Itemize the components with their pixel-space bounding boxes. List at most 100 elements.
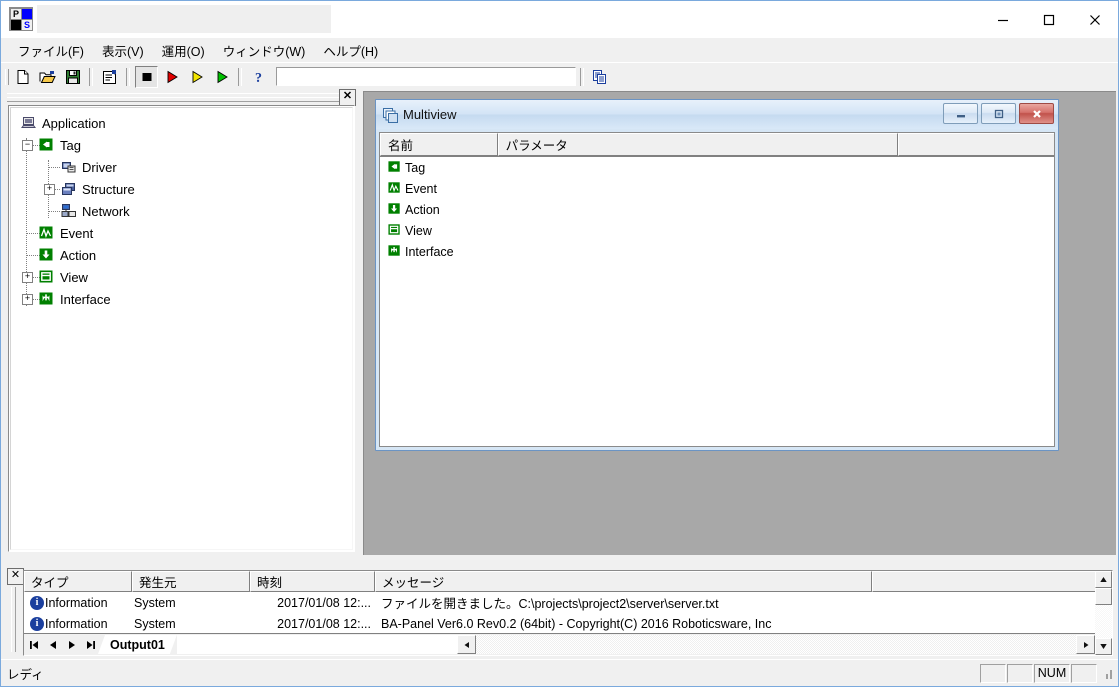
question-help-button[interactable]: ?: [247, 66, 270, 88]
multiview-window[interactable]: Multiview: [375, 99, 1059, 451]
output-dock-panel: ✕ タイプ 発生元 時刻 メッセージ i Information System …: [4, 567, 1116, 660]
tree-dock-grip[interactable]: [4, 91, 344, 103]
column-header-source[interactable]: 発生元: [132, 571, 250, 592]
tab-strip-filler: [177, 635, 457, 654]
open-folder-button[interactable]: [36, 66, 59, 88]
table-row[interactable]: i Information System 2017/01/08 12:... フ…: [24, 592, 1095, 613]
nav-next-button[interactable]: [62, 635, 81, 654]
scroll-down-button[interactable]: [1095, 638, 1112, 655]
nav-last-button[interactable]: [81, 635, 100, 654]
tree-node-tag[interactable]: − Tag: [17, 134, 352, 156]
event-green-icon: [388, 181, 402, 197]
output-vertical-scrollbar[interactable]: [1095, 571, 1112, 655]
title-strip: [37, 5, 331, 33]
column-header-parameter[interactable]: パラメータ: [498, 133, 899, 156]
menu-file[interactable]: ファイル(F): [9, 38, 93, 63]
tree-node-action[interactable]: Action: [17, 244, 352, 266]
cell-time: 2017/01/08 12:...: [250, 617, 375, 631]
new-file-button[interactable]: [11, 66, 34, 88]
hscroll-track[interactable]: [476, 635, 1076, 654]
copy-paste-button[interactable]: [588, 66, 611, 88]
tree-node-interface[interactable]: + Interface: [17, 288, 352, 310]
tag-green-icon: [388, 160, 402, 176]
project-tree[interactable]: Application −: [8, 105, 355, 552]
tree-dock-close-button[interactable]: ✕: [339, 89, 356, 106]
tree-label: Driver: [82, 160, 117, 175]
computer-icon: [21, 115, 37, 131]
column-header-empty[interactable]: [898, 133, 1054, 156]
output-navigation-bar: Output01: [24, 633, 1095, 655]
nav-prev-button[interactable]: [43, 635, 62, 654]
cell-type-label: Information: [45, 596, 108, 610]
network-icon: [61, 203, 77, 219]
column-header-type[interactable]: タイプ: [24, 571, 132, 592]
list-item-label: Interface: [405, 245, 454, 259]
scroll-left-button[interactable]: [457, 635, 476, 654]
column-header-empty[interactable]: [872, 571, 1095, 592]
menu-help[interactable]: ヘルプ(H): [314, 38, 387, 63]
column-header-time[interactable]: 時刻: [250, 571, 375, 592]
information-icon: i: [30, 617, 44, 631]
output-dock-close-button[interactable]: ✕: [7, 568, 24, 585]
multiview-list[interactable]: 名前 パラメータ Tag Event: [379, 132, 1055, 447]
list-item[interactable]: Interface: [380, 241, 1054, 262]
toolbar-grip[interactable]: [3, 67, 10, 87]
multiview-restore-button[interactable]: [981, 103, 1016, 124]
app-logo-icon: PS: [9, 7, 33, 31]
table-row[interactable]: i Information System 2017/01/08 12:... B…: [24, 613, 1095, 634]
list-item[interactable]: View: [380, 220, 1054, 241]
list-item-label: View: [405, 224, 432, 238]
action-green-icon: [388, 202, 402, 218]
minimize-button[interactable]: [980, 1, 1026, 38]
tag-green-icon: [39, 137, 55, 153]
tree-node-view[interactable]: + View: [17, 266, 352, 288]
run-green-button[interactable]: [210, 66, 233, 88]
output-tab-output01[interactable]: Output01: [98, 635, 177, 654]
application-window: PS ファイル(F) 表示(V) 運用(O) ウィンドウ(W) ヘルプ(H): [0, 0, 1119, 687]
menu-operation[interactable]: 運用(O): [153, 38, 214, 63]
list-item-label: Event: [405, 182, 437, 196]
toolbar: ?: [1, 62, 1118, 90]
toolbar-combo[interactable]: [276, 67, 576, 86]
menu-bar: ファイル(F) 表示(V) 運用(O) ウィンドウ(W) ヘルプ(H): [1, 38, 1118, 62]
nav-first-button[interactable]: [24, 635, 43, 654]
multiview-close-button[interactable]: [1019, 103, 1054, 124]
save-file-button[interactable]: [61, 66, 84, 88]
list-item[interactable]: Event: [380, 178, 1054, 199]
properties-button[interactable]: [98, 66, 121, 88]
scroll-track[interactable]: [1095, 605, 1112, 638]
resize-grip[interactable]: [1100, 666, 1114, 680]
close-button[interactable]: [1072, 1, 1118, 38]
output-grid[interactable]: タイプ 発生元 時刻 メッセージ i Information System 20…: [23, 570, 1113, 656]
tree-node-driver[interactable]: Driver: [17, 156, 352, 178]
menu-view[interactable]: 表示(V): [93, 38, 153, 63]
multiview-title-bar[interactable]: Multiview: [376, 100, 1058, 129]
tree-label: Structure: [82, 182, 135, 197]
scroll-thumb[interactable]: [1095, 588, 1112, 605]
stop-button[interactable]: [135, 66, 158, 88]
list-item[interactable]: Tag: [380, 157, 1054, 178]
tree-node-application[interactable]: Application: [17, 112, 352, 134]
run-yellow-button[interactable]: [185, 66, 208, 88]
run-red-button[interactable]: [160, 66, 183, 88]
tree-label: Event: [60, 226, 93, 241]
tree-node-event[interactable]: Event: [17, 222, 352, 244]
tree-node-network[interactable]: Network: [17, 200, 352, 222]
scroll-right-button[interactable]: [1076, 635, 1095, 654]
list-item[interactable]: Action: [380, 199, 1054, 220]
maximize-button[interactable]: [1026, 1, 1072, 38]
column-header-message[interactable]: メッセージ: [375, 571, 872, 592]
output-horizontal-scrollbar[interactable]: [457, 635, 476, 654]
menu-window[interactable]: ウィンドウ(W): [214, 38, 315, 63]
output-dock-grip[interactable]: [9, 587, 18, 652]
cell-message: ファイルを開きました。C:\projects\project2\server\s…: [375, 593, 872, 612]
information-icon: i: [30, 596, 44, 610]
tree-node-structure[interactable]: + Structure: [17, 178, 352, 200]
column-header-name[interactable]: 名前: [380, 133, 498, 156]
multiview-minimize-button[interactable]: [943, 103, 978, 124]
svg-text:?: ?: [255, 71, 262, 85]
cell-time: 2017/01/08 12:...: [250, 596, 375, 610]
status-panel-1: [980, 664, 1006, 683]
status-message: レディ: [7, 664, 44, 683]
scroll-up-button[interactable]: [1095, 571, 1112, 588]
